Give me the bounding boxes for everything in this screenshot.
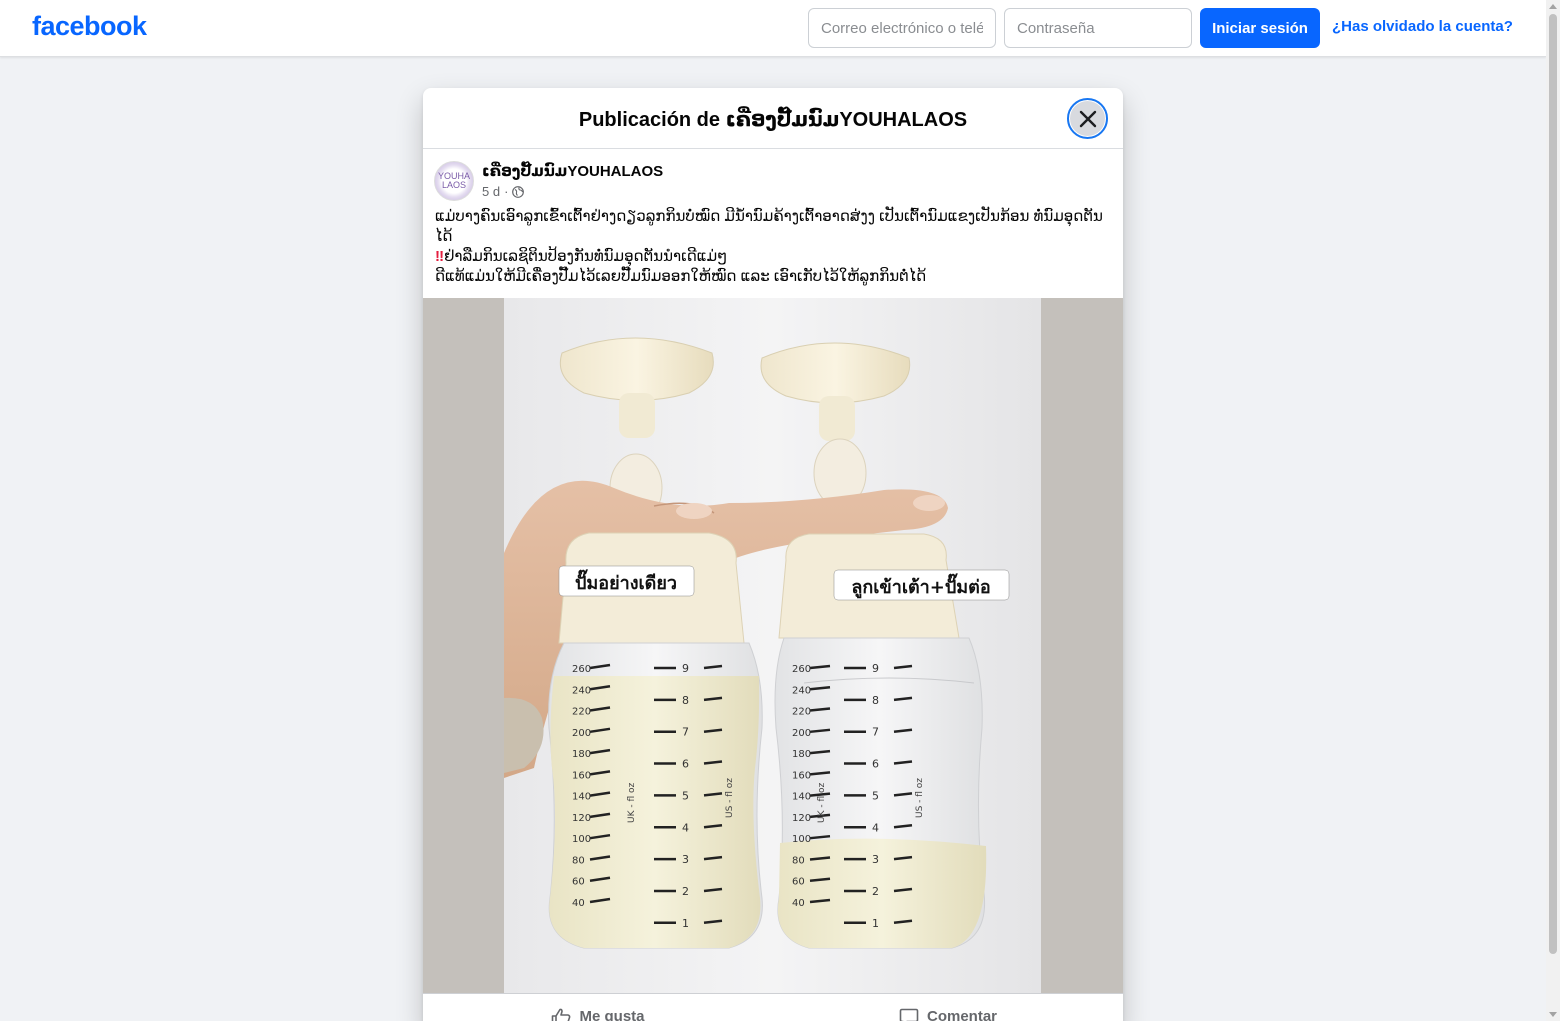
post-timestamp[interactable]: 5 d: [482, 184, 500, 199]
scroll-up-arrow-icon[interactable]: [1549, 4, 1557, 9]
ml-mark-label: 240: [572, 685, 591, 696]
globe-icon: [512, 185, 525, 198]
close-icon: [1079, 110, 1096, 127]
ml-mark-label: 200: [792, 728, 811, 739]
login-button[interactable]: Iniciar sesión: [1200, 8, 1320, 48]
page-scrollbar[interactable]: [1546, 0, 1560, 1021]
ml-mark-label: 80: [572, 855, 585, 866]
oz-mark-label: 6: [872, 758, 879, 771]
comment-icon: [899, 1008, 919, 1021]
post-photo[interactable]: ปั๊มอย่างเดียว ลูกเข้าเต้า+ปั๊มต่อ 260 24…: [504, 298, 1041, 993]
ml-mark-label: 160: [792, 770, 811, 781]
page-avatar[interactable]: YOUHA LAOS: [434, 161, 474, 201]
forgot-account-link[interactable]: ¿Has olvidado la cuenta?: [1332, 18, 1513, 35]
top-navbar: facebook Iniciar sesión ¿Has olvidado la…: [0, 0, 1546, 57]
close-dialog-button[interactable]: [1067, 98, 1108, 139]
oz-mark-label: 6: [682, 758, 689, 771]
ml-mark-label: 180: [572, 749, 591, 760]
ml-mark-label: 200: [572, 728, 591, 739]
oz-mark-label: 4: [872, 821, 879, 834]
dialog-header: Publicación de ເຄື່ອງປັ໊ມນົມYOUHALAOS: [423, 88, 1123, 149]
ml-mark-label: 100: [572, 834, 591, 845]
ml-mark-label: 40: [572, 898, 585, 909]
oz-mark-label: 8: [872, 694, 879, 707]
meta-separator: ·: [504, 184, 509, 199]
oz-mark-label: 1: [682, 917, 689, 930]
post-text-line: ‼ຢ່າລືມກິນເລຊິຕິນປ້ອງກັນທໍ່ນົມອຸດຕັນນຳເດ…: [435, 247, 1112, 267]
post-dialog: Publicación de ເຄື່ອງປັ໊ມນົມYOUHALAOS YO…: [423, 88, 1123, 1021]
oz-mark-label: 5: [682, 789, 689, 802]
us-oz-label: US - fl oz: [915, 778, 925, 818]
oz-mark-label: 3: [872, 853, 879, 866]
us-oz-label: US - fl oz: [725, 778, 735, 818]
comment-button[interactable]: Comentar: [773, 994, 1123, 1021]
ml-mark-label: 240: [792, 685, 811, 696]
avatar-text: YOUHA LAOS: [437, 171, 470, 190]
oz-mark-label: 7: [872, 726, 879, 739]
oz-mark-label: 2: [682, 885, 689, 898]
post-text: ແມ່ບາງຄົນເອົາລູກເຂົ້າເຕົ້າຢ່າງດຽວລູກກິນບ…: [423, 207, 1123, 287]
photo-label-right: ลูกเข้าเต้า+ปั๊มต่อ: [851, 573, 990, 599]
scrollbar-thumb[interactable]: [1549, 14, 1557, 954]
breast-milk-bottles-photo: ปั๊มอย่างเดียว ลูกเข้าเต้า+ปั๊มต่อ 26024…: [504, 298, 1041, 993]
ml-mark-label: 260: [792, 664, 811, 675]
ml-mark-label: 220: [792, 707, 811, 718]
oz-mark-label: 7: [682, 726, 689, 739]
scroll-down-arrow-icon[interactable]: [1549, 1012, 1557, 1017]
ml-mark-label: 80: [792, 855, 805, 866]
ml-mark-label: 140: [572, 792, 591, 803]
oz-mark-label: 3: [682, 853, 689, 866]
post-text-line: ດີແທ້ແມ່ນໃຫ້ມີເຄື່ອງປັ໊ມໄວ້ເລຍປັ໊ມນົມອອກ…: [435, 268, 927, 285]
oz-mark-label: 8: [682, 694, 689, 707]
ml-mark-label: 120: [572, 813, 591, 824]
ml-mark-label: 100: [792, 834, 811, 845]
dialog-title: Publicación de ເຄື່ອງປັ໊ມນົມYOUHALAOS: [578, 109, 968, 131]
password-input[interactable]: [1004, 8, 1192, 48]
photo-label-left: ปั๊มอย่างเดียว: [575, 569, 677, 594]
uk-oz-label: UK - fl oz: [627, 783, 637, 823]
oz-mark-label: 9: [872, 662, 879, 675]
oz-mark-label: 1: [872, 917, 879, 930]
ml-mark-label: 180: [792, 749, 811, 760]
post-text-line-content: ຢ່າລືມກິນເລຊິຕິນປ້ອງກັນທໍ່ນົມອຸດຕັນນຳເດີ…: [444, 248, 728, 265]
post-text-line: ແມ່ບາງຄົນເອົາລູກເຂົ້າເຕົ້າຢ່າງດຽວລູກກິນບ…: [435, 208, 1103, 245]
page-name-link[interactable]: ເຄື່ອງປັ໊ມນົມYOUHALAOS: [482, 162, 663, 180]
ml-mark-label: 260: [572, 664, 591, 675]
facebook-logo[interactable]: facebook: [32, 11, 147, 42]
ml-mark-label: 60: [792, 877, 805, 888]
ml-mark-label: 60: [572, 877, 585, 888]
ml-mark-label: 220: [572, 707, 591, 718]
thumbs-up-icon: [552, 1008, 571, 1021]
oz-mark-label: 2: [872, 885, 879, 898]
post-meta: 5 d ·: [482, 184, 525, 199]
comment-label: Comentar: [926, 1008, 997, 1021]
post-actions-bar: Me gusta Comentar: [423, 993, 1123, 1021]
post-photo-container[interactable]: ปั๊มอย่างเดียว ลูกเข้าเต้า+ปั๊มต่อ 260 24…: [423, 298, 1123, 993]
post-header: YOUHA LAOS ເຄື່ອງປັ໊ມນົມYOUHALAOS 5 d ·: [423, 149, 1123, 207]
oz-mark-label: 4: [682, 821, 689, 834]
uk-oz-label: UK - fl oz: [817, 783, 827, 823]
double-exclamation-icon: ‼: [435, 248, 445, 265]
ml-mark-label: 160: [572, 770, 591, 781]
ml-mark-label: 40: [792, 898, 805, 909]
like-button[interactable]: Me gusta: [423, 994, 773, 1021]
ml-mark-label: 140: [792, 792, 811, 803]
oz-mark-label: 9: [682, 662, 689, 675]
email-input[interactable]: [808, 8, 996, 48]
oz-mark-label: 5: [872, 789, 879, 802]
like-label: Me gusta: [579, 1008, 645, 1021]
ml-mark-label: 120: [792, 813, 811, 824]
